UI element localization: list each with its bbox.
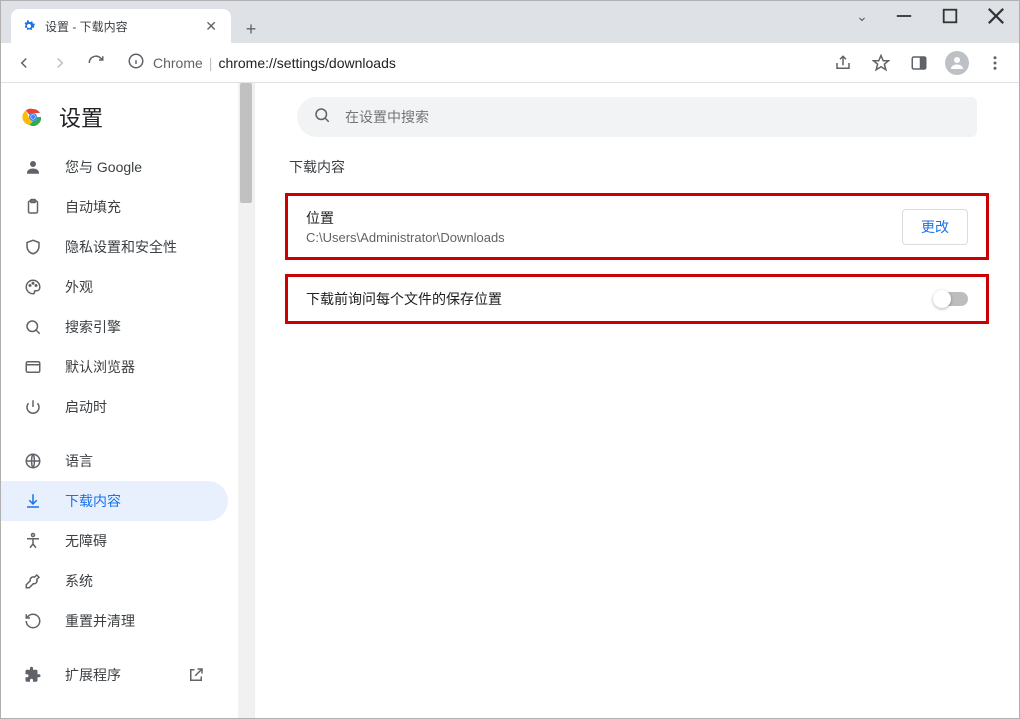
close-tab-icon[interactable]: ✕ [201,18,221,35]
ask-before-label: 下载前询问每个文件的保存位置 [306,289,502,309]
sidebar-item-label: 默认浏览器 [65,357,135,377]
sidebar-item-wrench[interactable]: 系统 [1,561,228,601]
bookmark-icon[interactable] [865,47,897,79]
globe-icon [23,451,43,471]
sidebar-item-label: 扩展程序 [65,665,121,685]
sidebar-item-label: 您与 Google [65,157,142,177]
sidebar-item-globe[interactable]: 语言 [1,441,228,481]
url-path: chrome://settings/downloads [218,55,395,71]
settings-search[interactable] [297,97,977,137]
browser-icon [23,357,43,377]
download-icon [23,491,43,511]
location-label: 位置 [306,208,505,228]
sidebar-item-person[interactable]: 您与 Google [1,147,228,187]
sidebar-item-palette[interactable]: 外观 [1,267,228,307]
search-icon [23,317,43,337]
open-external-icon [186,665,206,685]
palette-icon [23,277,43,297]
chrome-logo-icon [21,105,45,129]
gear-icon [21,18,37,34]
sidebar-item-restore[interactable]: 重置并清理 [1,601,228,641]
sidebar-item-label: 启动时 [65,397,107,417]
sidebar-scrollbar[interactable] [238,83,254,718]
profile-button[interactable] [941,47,973,79]
sidebar-item-label: 外观 [65,277,93,297]
sidebar-item-clipboard[interactable]: 自动填充 [1,187,228,227]
sidebar-item-extension[interactable]: 扩展程序 [1,655,228,695]
location-path: C:\Users\Administrator\Downloads [306,230,505,245]
sidebar-item-label: 自动填充 [65,197,121,217]
address-bar[interactable]: Chrome | chrome://settings/downloads [117,48,821,78]
toolbar: Chrome | chrome://settings/downloads [1,43,1019,83]
scrollbar-thumb[interactable] [240,83,252,203]
extension-icon [23,665,43,685]
back-button[interactable] [9,48,39,78]
sidebar-item-accessibility[interactable]: 无障碍 [1,521,228,561]
titlebar: 设置 - 下载内容 ✕ + ⌄ [1,1,1019,43]
sidebar-item-download[interactable]: 下载内容 [1,481,228,521]
maximize-button[interactable] [927,1,973,31]
sidebar-item-power[interactable]: 启动时 [1,387,228,427]
sidebar-item-shield[interactable]: 隐私设置和安全性 [1,227,228,267]
toggle-knob [933,290,951,308]
tab-title: 设置 - 下载内容 [45,18,201,35]
url-scheme: Chrome [153,55,203,71]
search-icon [313,106,331,129]
avatar-icon [945,51,969,75]
download-location-card: 位置 C:\Users\Administrator\Downloads 更改 [285,193,989,260]
accessibility-icon [23,531,43,551]
shield-icon [23,237,43,257]
main-panel: 下载内容 位置 C:\Users\Administrator\Downloads… [255,83,1019,718]
person-icon [23,157,43,177]
new-tab-button[interactable]: + [237,15,265,43]
ask-before-toggle[interactable] [934,292,968,306]
tab-search-icon[interactable]: ⌄ [843,8,881,25]
sidebar-item-label: 隐私设置和安全性 [65,237,177,257]
share-icon[interactable] [827,47,859,79]
clipboard-icon [23,197,43,217]
sidebar-item-browser[interactable]: 默认浏览器 [1,347,228,387]
power-icon [23,397,43,417]
section-title: 下载内容 [289,157,989,177]
close-window-button[interactable] [973,1,1019,31]
sidebar-item-search[interactable]: 搜索引擎 [1,307,228,347]
sidebar-item-label: 重置并清理 [65,611,135,631]
menu-icon[interactable] [979,47,1011,79]
minimize-button[interactable] [881,1,927,31]
reload-button[interactable] [81,48,111,78]
browser-tab[interactable]: 设置 - 下载内容 ✕ [11,9,231,43]
sidebar: 设置 您与 Google 自动填充隐私设置和安全性外观搜索引擎默认浏览器启动时 语… [1,83,238,718]
search-input[interactable] [345,109,961,125]
site-info-icon[interactable] [127,52,145,73]
sidebar-item-label: 语言 [65,451,93,471]
restore-icon [23,611,43,631]
sidebar-item-label: 系统 [65,571,93,591]
sidebar-item-label: 搜索引擎 [65,317,121,337]
side-panel-icon[interactable] [903,47,935,79]
change-location-button[interactable]: 更改 [902,209,968,245]
sidebar-item-label: 下载内容 [65,491,121,511]
page-title: 设置 [59,101,103,133]
sidebar-item-label: 无障碍 [65,531,107,551]
ask-before-download-card: 下载前询问每个文件的保存位置 [285,274,989,324]
forward-button[interactable] [45,48,75,78]
wrench-icon [23,571,43,591]
